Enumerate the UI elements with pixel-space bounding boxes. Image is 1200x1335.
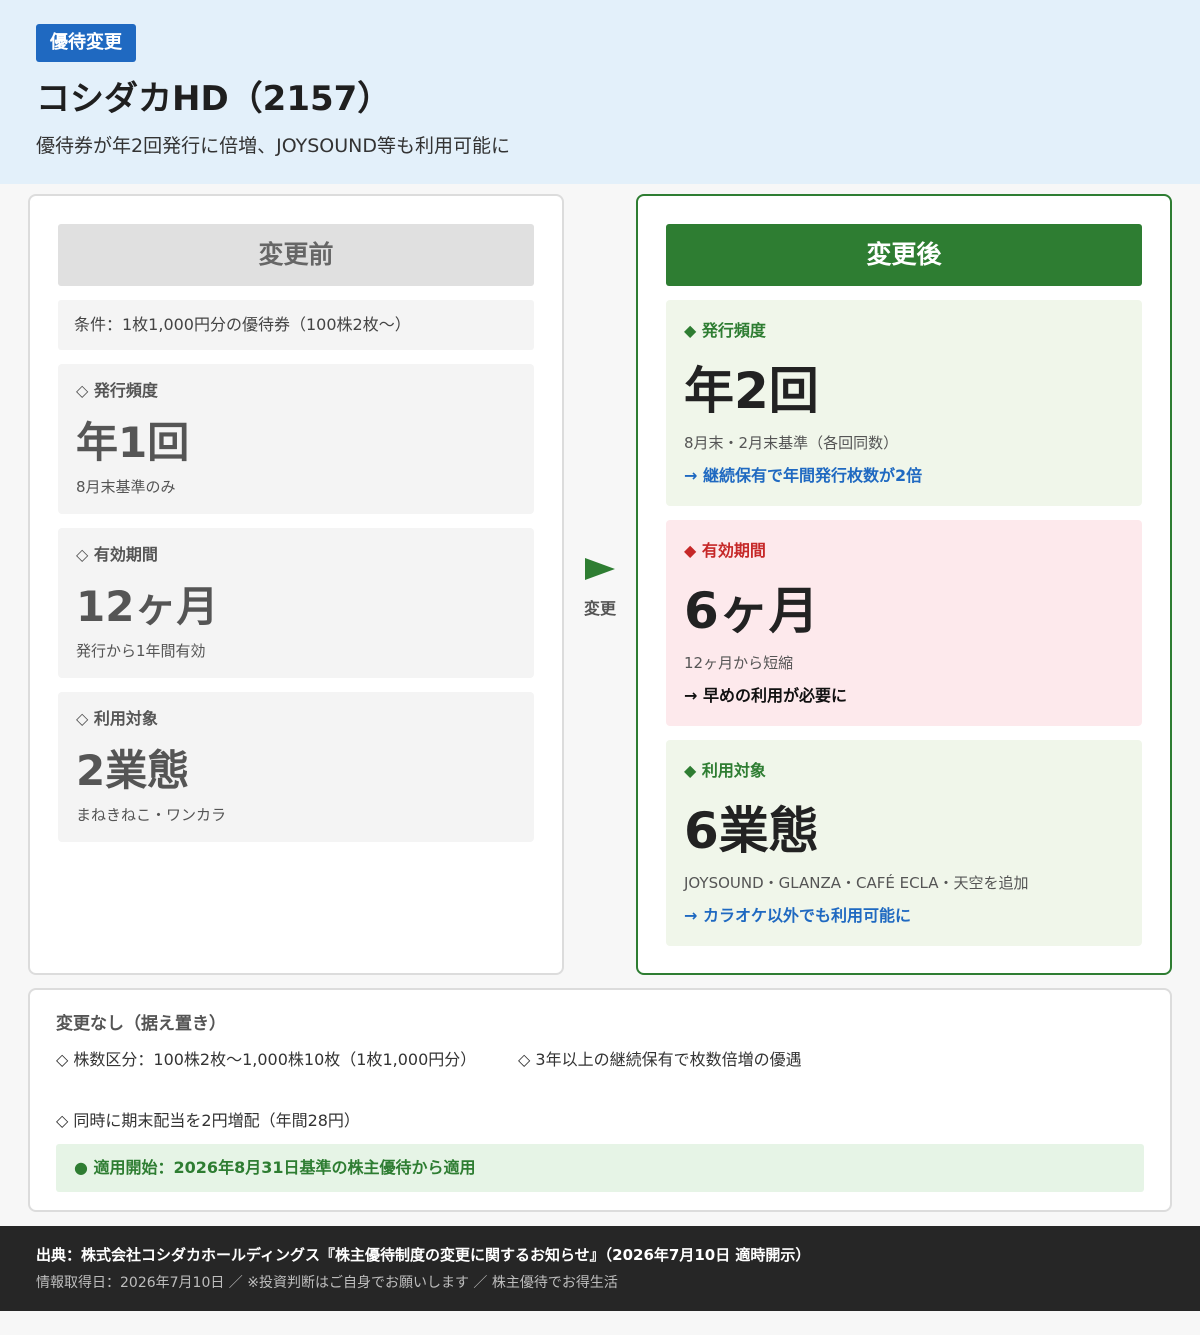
change-arrow-label: 変更 (583, 599, 616, 618)
footer: 出典：株式会社コシダカホールディングス『株主優待制度の変更に関するお知らせ』（2… (0, 1226, 1200, 1311)
card-label: ◇ 利用対象 (76, 709, 158, 728)
after-card-validity: ◆ 有効期間 6ヶ月 12ヶ月から短縮 → 早めの利用が必要に (666, 520, 1142, 726)
header: 優待変更 コシダカHD（2157） 優待券が年2回発行に倍増、JOYSOUND等… (0, 0, 1200, 184)
card-note: 発行から1年間有効 (76, 642, 206, 660)
unchanged-item: ◇ 株数区分：100株2枚〜1,000株10枚（1枚1,000円分） (56, 1050, 477, 1069)
before-panel: 変更前 条件：1枚1,000円分の優待券（100株2枚〜） ◇ 発行頻度 年1回… (28, 194, 564, 975)
card-label: ◆ 発行頻度 (684, 321, 766, 340)
before-card-validity: ◇ 有効期間 12ヶ月 発行から1年間有効 (58, 528, 534, 678)
card-label: ◇ 有効期間 (76, 545, 158, 564)
after-heading: 変更後 (666, 224, 1142, 286)
unchanged-section: 変更なし（据え置き） ◇ 株数区分：100株2枚〜1,000株10枚（1枚1,0… (28, 988, 1172, 1212)
triangle-right-icon (585, 558, 615, 580)
card-emphasis: → 早めの利用が必要に (684, 686, 847, 705)
card-label: ◆ 利用対象 (684, 761, 766, 780)
card-value: 6業態 (684, 802, 819, 860)
apply-start-note: ● 適用開始：2026年8月31日基準の株主優待から適用 (56, 1144, 1144, 1192)
card-value: 12ヶ月 (76, 582, 219, 631)
footer-info: 情報取得日：2026年7月10日 ／ ※投資判断はご自身でお願いします ／ 株主… (36, 1275, 618, 1291)
card-emphasis: → カラオケ以外でも利用可能に (684, 906, 911, 925)
card-value: 年2回 (684, 362, 819, 420)
category-badge: 優待変更 (36, 24, 136, 62)
after-card-usage: ◆ 利用対象 6業態 JOYSOUND・GLANZA・CAFÉ ECLA・天空を… (666, 740, 1142, 946)
card-label: ◆ 有効期間 (684, 541, 766, 560)
card-note: 8月末・2月末基準（各回同数） (684, 434, 899, 452)
card-value: 2業態 (76, 746, 190, 795)
page-subtitle: 優待券が年2回発行に倍増、JOYSOUND等も利用可能に (36, 135, 510, 157)
card-note: JOYSOUND・GLANZA・CAFÉ ECLA・天空を追加 (684, 874, 1029, 892)
card-note: 8月末基準のみ (76, 478, 176, 496)
unchanged-item: ◇ 3年以上の継続保有で枚数倍増の優遇 (518, 1050, 802, 1069)
card-value: 年1回 (76, 418, 190, 467)
card-note: 12ヶ月から短縮 (684, 654, 794, 672)
card-label: ◇ 発行頻度 (76, 381, 158, 400)
card-note: まねきねこ・ワンカラ (76, 806, 227, 824)
footer-source: 出典：株式会社コシダカホールディングス『株主優待制度の変更に関するお知らせ』（2… (36, 1246, 811, 1264)
after-card-frequency: ◆ 発行頻度 年2回 8月末・2月末基準（各回同数） → 継続保有で年間発行枚数… (666, 300, 1142, 506)
page-title: コシダカHD（2157） (36, 79, 392, 119)
card-value: 6ヶ月 (684, 582, 819, 640)
before-card-frequency: ◇ 発行頻度 年1回 8月末基準のみ (58, 364, 534, 514)
after-panel: 変更後 ◆ 発行頻度 年2回 8月末・2月末基準（各回同数） → 継続保有で年間… (636, 194, 1172, 975)
unchanged-item: ◇ 同時に期末配当を2円増配（年間28円） (56, 1111, 360, 1130)
before-heading: 変更前 (58, 224, 534, 286)
before-card-usage: ◇ 利用対象 2業態 まねきねこ・ワンカラ (58, 692, 534, 842)
card-emphasis: → 継続保有で年間発行枚数が2倍 (684, 466, 923, 485)
change-arrow: 変更 (570, 556, 630, 626)
unchanged-title: 変更なし（据え置き） (56, 1014, 226, 1034)
before-condition: 条件：1枚1,000円分の優待券（100株2枚〜） (58, 300, 534, 350)
